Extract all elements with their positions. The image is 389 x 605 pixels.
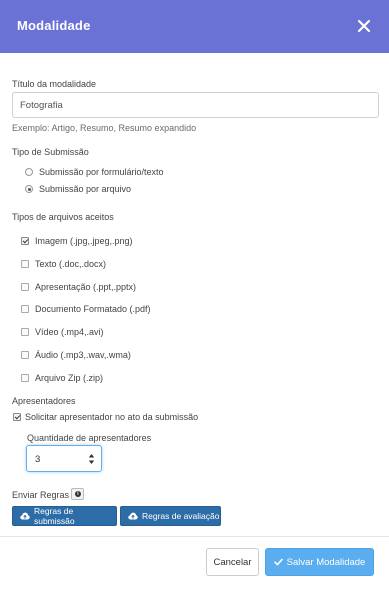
checkbox-label: Documento Formatado (.pdf) [35, 304, 151, 314]
check-icon [273, 558, 283, 566]
regras-submissao-button[interactable]: Regras de submissão [12, 506, 117, 526]
checkbox-texto[interactable]: Texto (.doc,.docx) [21, 259, 106, 269]
checkbox-solicitar-apresentador[interactable]: Solicitar apresentador no ato da submiss… [13, 412, 198, 422]
checkbox[interactable] [21, 237, 29, 245]
regras-avaliacao-label: Regras de avaliação [142, 511, 220, 521]
modal-header: Modalidade [0, 0, 389, 53]
quantidade-label: Quantidade de apresentadores [27, 433, 152, 443]
checkbox[interactable] [21, 351, 29, 359]
radio-button[interactable] [25, 185, 33, 193]
checkbox[interactable] [21, 283, 29, 291]
close-icon[interactable] [357, 19, 371, 33]
titulo-input[interactable] [12, 92, 379, 118]
save-button-label: Salvar Modalidade [286, 556, 366, 568]
radio-submissao-formulario[interactable]: Submissão por formulário/texto [25, 167, 164, 177]
regras-label: Enviar Regras [12, 490, 70, 500]
checkbox-audio[interactable]: Áudio (.mp3,.wav,.wma) [21, 350, 131, 360]
stepper-arrows-icon[interactable] [88, 453, 95, 465]
checkbox-label: Vídeo (.mp4,.avi) [35, 327, 104, 337]
submissao-label: Tipo de Submissão [12, 147, 89, 157]
tipos-label: Tipos de arquivos aceitos [12, 212, 114, 222]
titulo-help-text: Exemplo: Artigo, Resumo, Resumo expandid… [12, 123, 197, 133]
checkbox-label: Arquivo Zip (.zip) [35, 373, 104, 383]
checkbox-label: Imagem (.jpg,.jpeg,.png) [35, 236, 133, 246]
cancel-button[interactable]: Cancelar [206, 548, 259, 576]
apresentadores-label: Apresentadores [12, 396, 76, 406]
checkbox-label: Solicitar apresentador no ato da submiss… [25, 412, 199, 422]
checkbox[interactable] [21, 305, 29, 313]
checkbox-video[interactable]: Vídeo (.mp4,.avi) [21, 327, 104, 337]
regras-avaliacao-button[interactable]: Regras de avaliação [120, 506, 221, 526]
radio-button[interactable] [25, 168, 33, 176]
checkbox-apresentacao[interactable]: Apresentação (.ppt,.pptx) [21, 282, 136, 292]
quantidade-stepper[interactable]: 3 [26, 445, 102, 472]
modal-title: Modalidade [17, 18, 91, 33]
cloud-upload-icon [20, 512, 30, 520]
checkbox-label: Apresentação (.ppt,.pptx) [35, 282, 137, 292]
checkbox-label: Áudio (.mp3,.wav,.wma) [35, 350, 131, 360]
checkbox[interactable] [21, 260, 29, 268]
footer-divider [0, 536, 389, 537]
checkbox[interactable] [13, 413, 21, 421]
regras-submissao-label: Regras de submissão [33, 506, 75, 526]
radio-label: Submissão por arquivo [39, 184, 132, 194]
checkbox-label: Texto (.doc,.docx) [35, 259, 107, 269]
checkbox-documento[interactable]: Documento Formatado (.pdf) [21, 304, 151, 314]
save-button[interactable]: Salvar Modalidade [265, 548, 374, 576]
checkbox[interactable] [21, 374, 29, 382]
checkbox[interactable] [21, 328, 29, 336]
checkbox-zip[interactable]: Arquivo Zip (.zip) [21, 373, 103, 383]
radio-submissao-arquivo[interactable]: Submissão por arquivo [25, 184, 131, 194]
quantidade-value: 3 [35, 454, 41, 465]
cloud-upload-icon [128, 512, 138, 520]
radio-label: Submissão por formulário/texto [39, 167, 164, 177]
modal-dialog: Modalidade Título da modalidade Exemplo:… [0, 0, 389, 605]
checkbox-imagem[interactable]: Imagem (.jpg,.jpeg,.png) [21, 236, 133, 246]
titulo-label: Título da modalidade [12, 79, 97, 89]
info-icon[interactable]: i [71, 488, 84, 500]
